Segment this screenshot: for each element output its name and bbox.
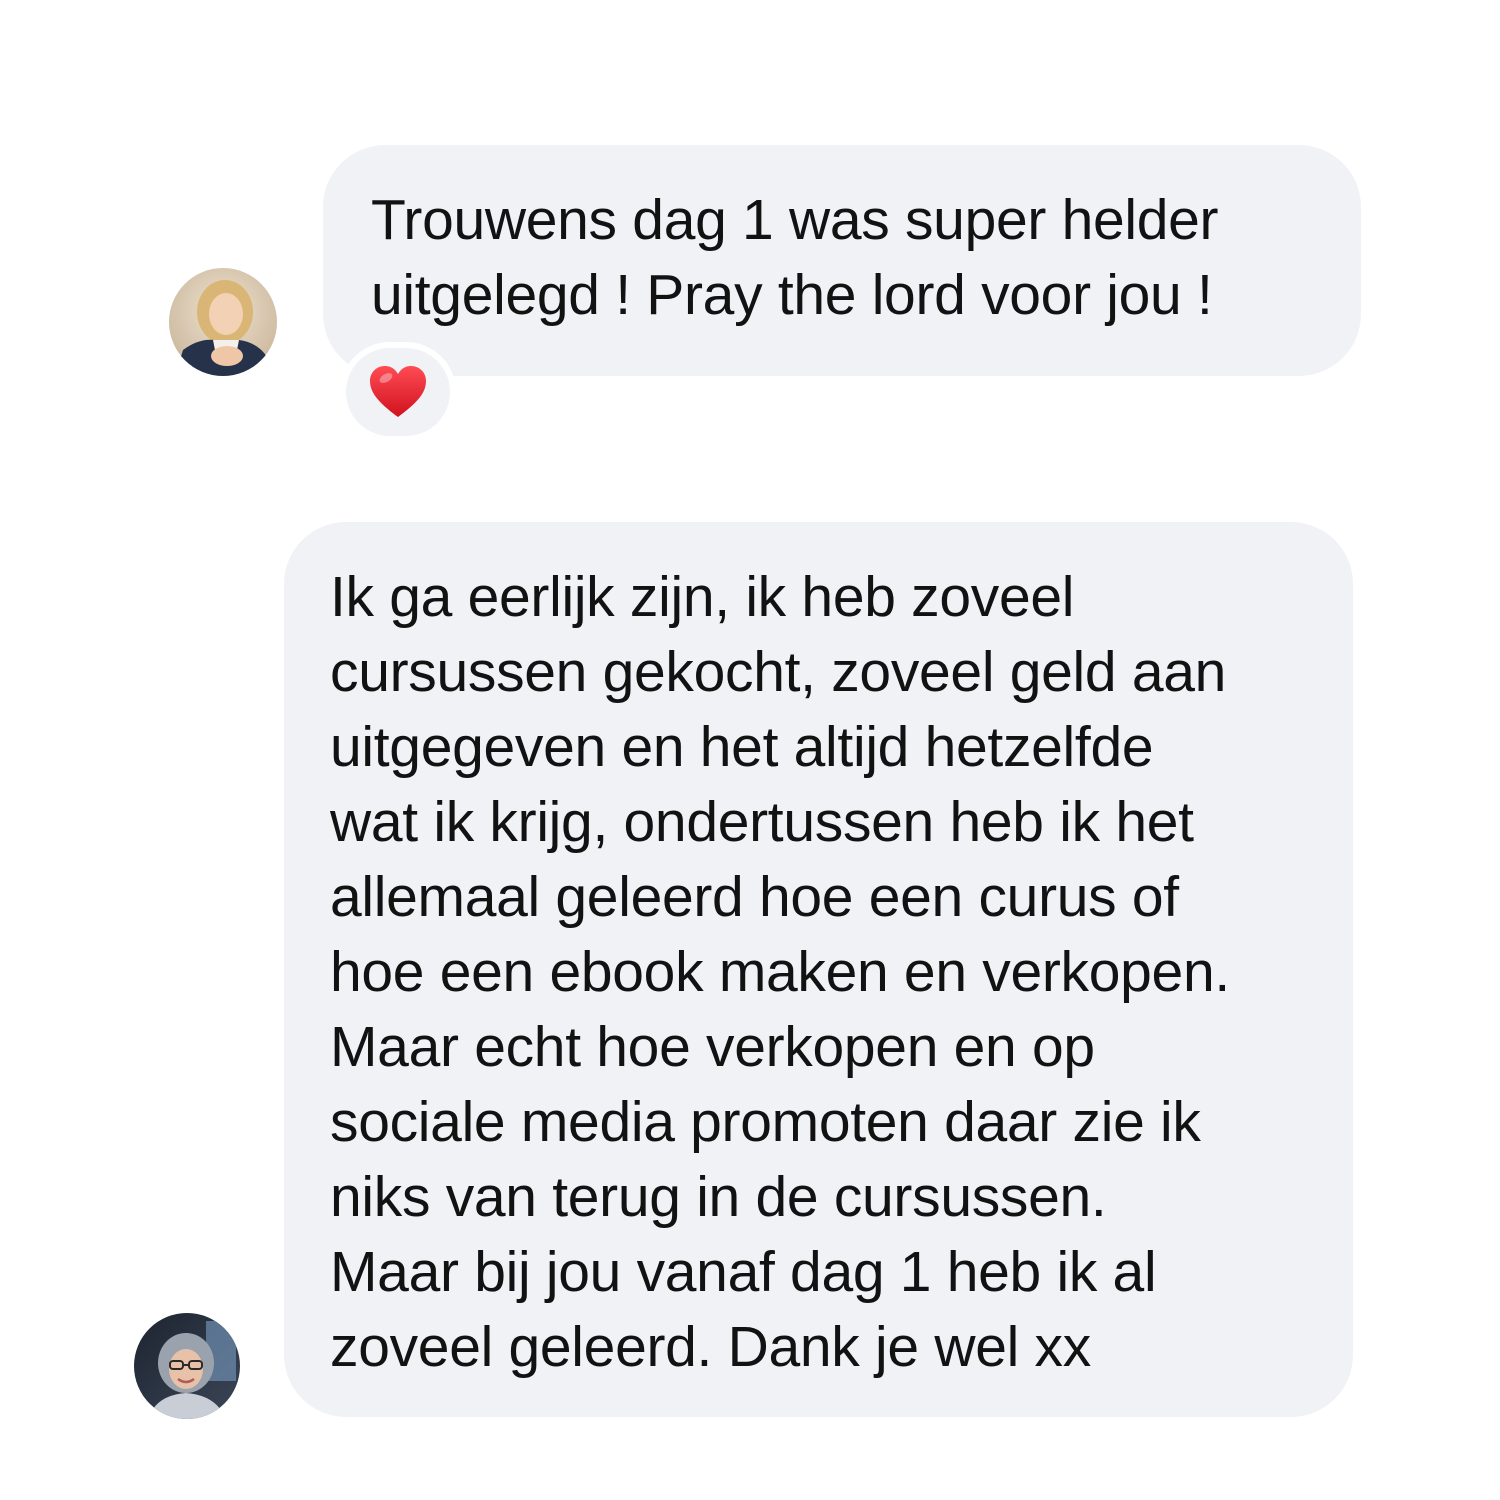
message-line: sociale media promoten daar zie ik	[330, 1090, 1201, 1154]
avatar[interactable]	[169, 268, 277, 376]
message-line: wat ik krijg, ondertussen heb ik het	[330, 790, 1194, 854]
message-bubble[interactable]: Trouwens dag 1 was super helder uitgeleg…	[323, 145, 1361, 376]
message-line: hoe een ebook maken en verkopen.	[330, 940, 1230, 1004]
message-line: allemaal geleerd hoe een curus of	[330, 865, 1179, 929]
message-line: Ik ga eerlijk zijn, ik heb zoveel	[330, 565, 1075, 629]
heart-icon	[370, 366, 426, 417]
message-line: uitgegeven en het altijd hetzelfde	[330, 715, 1154, 779]
message-line: Maar echt hoe verkopen en op	[330, 1015, 1095, 1079]
message-line: niks van terug in de cursussen.	[330, 1165, 1107, 1229]
message-line: zoveel geleerd. Dank je wel xx	[330, 1315, 1091, 1379]
reaction-badge[interactable]	[340, 342, 456, 442]
message-line: uitgelegd ! Pray the lord voor jou !	[371, 263, 1213, 327]
message-text: Ik ga eerlijk zijn, ik heb zoveel cursus…	[330, 560, 1353, 1385]
avatar-image	[169, 268, 277, 376]
message-bubble[interactable]: Ik ga eerlijk zijn, ik heb zoveel cursus…	[284, 522, 1353, 1417]
avatar-image	[134, 1313, 240, 1419]
message-line: Trouwens dag 1 was super helder	[371, 188, 1219, 252]
message-text: Trouwens dag 1 was super helder uitgeleg…	[371, 183, 1361, 333]
avatar[interactable]	[134, 1313, 240, 1419]
message-line: cursussen gekocht, zoveel geld aan	[330, 640, 1227, 704]
message-line: Maar bij jou vanaf dag 1 heb ik al	[330, 1240, 1157, 1304]
